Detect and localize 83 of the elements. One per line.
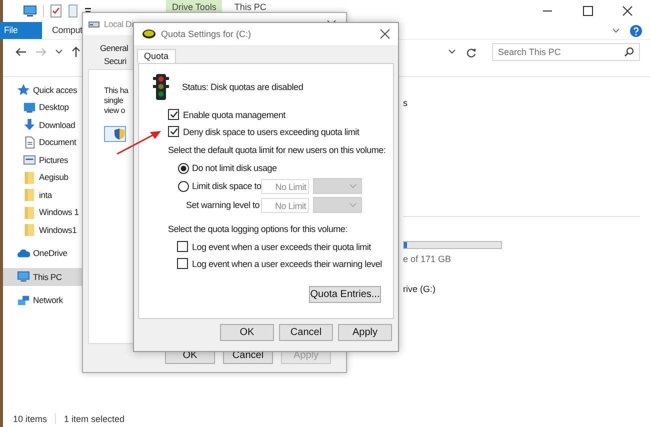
pointer-arrow xyxy=(115,128,163,156)
checkmark-icon xyxy=(170,111,178,118)
sidebar-item[interactable]: Aegisub xyxy=(3,168,83,186)
dialog-button[interactable]: OK xyxy=(220,324,274,341)
sidebar-item[interactable]: Windows1 xyxy=(3,221,83,238)
refresh-icon[interactable] xyxy=(466,46,476,58)
dialog-tab[interactable]: General xyxy=(100,42,128,54)
folder-icon xyxy=(23,223,36,236)
description-text: view o xyxy=(104,106,126,116)
shield-button[interactable] xyxy=(104,126,126,142)
sidebar-item[interactable]: OneDrive xyxy=(3,244,83,262)
chevron-icon[interactable] xyxy=(55,49,63,55)
drive-size: e of 171 GB xyxy=(403,254,452,265)
dialog-tab[interactable]: Securi xyxy=(104,55,126,67)
close-icon[interactable] xyxy=(380,29,390,39)
chevron-icon[interactable] xyxy=(612,28,620,34)
document-icon xyxy=(23,136,36,149)
status-text: Status: Disk quotas are disabled xyxy=(182,82,304,92)
back-arrow-icon[interactable] xyxy=(15,47,27,57)
cloud-icon xyxy=(17,246,30,260)
drive-icon xyxy=(88,19,100,29)
dialog-tab[interactable]: Quota xyxy=(137,49,176,63)
chevron-icon xyxy=(349,202,357,208)
checklist-icon[interactable] xyxy=(50,4,62,18)
close-icon[interactable] xyxy=(622,6,632,16)
dialog-button[interactable]: Apply xyxy=(338,324,392,341)
folder-icon xyxy=(23,206,36,219)
folder-icon xyxy=(23,170,36,184)
computer-icon[interactable] xyxy=(23,5,37,17)
chevron-icon[interactable] xyxy=(448,49,456,55)
checkbox-label: Log event when a user exceeds their warning level xyxy=(192,258,382,268)
sidebar-item[interactable]: Document xyxy=(3,134,83,151)
network-icon xyxy=(17,294,30,307)
checkbox-label: Log event when a user exceeds their quota limit xyxy=(192,242,371,252)
checkbox[interactable] xyxy=(177,241,188,252)
window-title: Quota Settings for (C:) xyxy=(161,29,252,39)
sidebar-item[interactable]: Desktop xyxy=(3,98,83,116)
star-icon xyxy=(17,83,30,96)
ribbon-tab[interactable]: Comput xyxy=(50,22,84,39)
pictures-icon xyxy=(23,153,36,166)
sidebar-item[interactable]: Windows 1 xyxy=(3,204,83,221)
checkbox-label: Enable quota management xyxy=(183,110,286,120)
checkbox[interactable] xyxy=(168,109,179,120)
computer-icon xyxy=(17,270,30,284)
chevron-icon xyxy=(349,184,358,188)
section-heading: s xyxy=(403,98,408,109)
sidebar-item[interactable]: This PC xyxy=(3,268,83,286)
radio-label: Do not limit disk usage xyxy=(192,163,277,173)
window-title: Local Di xyxy=(104,19,134,29)
dialog-button[interactable]: Cancel xyxy=(279,324,333,341)
quota-entries-button[interactable]: Quota Entries... xyxy=(309,286,381,303)
section-label: Select the quota logging options for this volume: xyxy=(168,223,348,235)
status-text: 1 item selected xyxy=(64,414,125,424)
search-field[interactable]: Search This PC xyxy=(492,43,640,61)
search-icon xyxy=(624,47,634,57)
window-title: This PC xyxy=(234,2,266,12)
folder-icon xyxy=(23,188,36,202)
maximize-icon[interactable] xyxy=(582,6,592,16)
description-text: single xyxy=(104,96,124,106)
shield-icon xyxy=(114,128,125,140)
field-label: Set warning level to xyxy=(186,200,261,210)
section-label: Select the default quota limit for new users on this volume: xyxy=(168,144,386,156)
radio-button[interactable] xyxy=(178,162,189,174)
sidebar-item[interactable]: Download xyxy=(3,116,83,134)
checkbox[interactable] xyxy=(177,258,188,269)
help-icon[interactable] xyxy=(630,24,642,36)
up-arrow-icon[interactable] xyxy=(71,46,81,58)
sidebar-item[interactable]: Quick acces xyxy=(3,81,83,98)
file-tab[interactable]: File xyxy=(0,22,42,39)
sidebar-item[interactable]: inta xyxy=(3,186,83,204)
drive-label: rive (G:) xyxy=(403,284,436,295)
desktop-icon xyxy=(23,100,36,114)
checkmark-icon xyxy=(170,128,178,135)
download-arrow-icon xyxy=(23,118,36,132)
sidebar-item[interactable]: Network xyxy=(3,292,83,309)
checkbox-label: Deny disk space to users exceeding quota limit xyxy=(183,126,360,136)
description-text: This ha xyxy=(104,86,128,96)
traffic-light-icon xyxy=(153,74,169,100)
radio-label: Limit disk space to xyxy=(192,181,262,191)
sidebar-item[interactable]: Pictures xyxy=(3,151,83,168)
status-text: 10 items xyxy=(13,414,48,424)
disk-icon xyxy=(142,29,156,39)
checkbox[interactable] xyxy=(168,126,179,137)
